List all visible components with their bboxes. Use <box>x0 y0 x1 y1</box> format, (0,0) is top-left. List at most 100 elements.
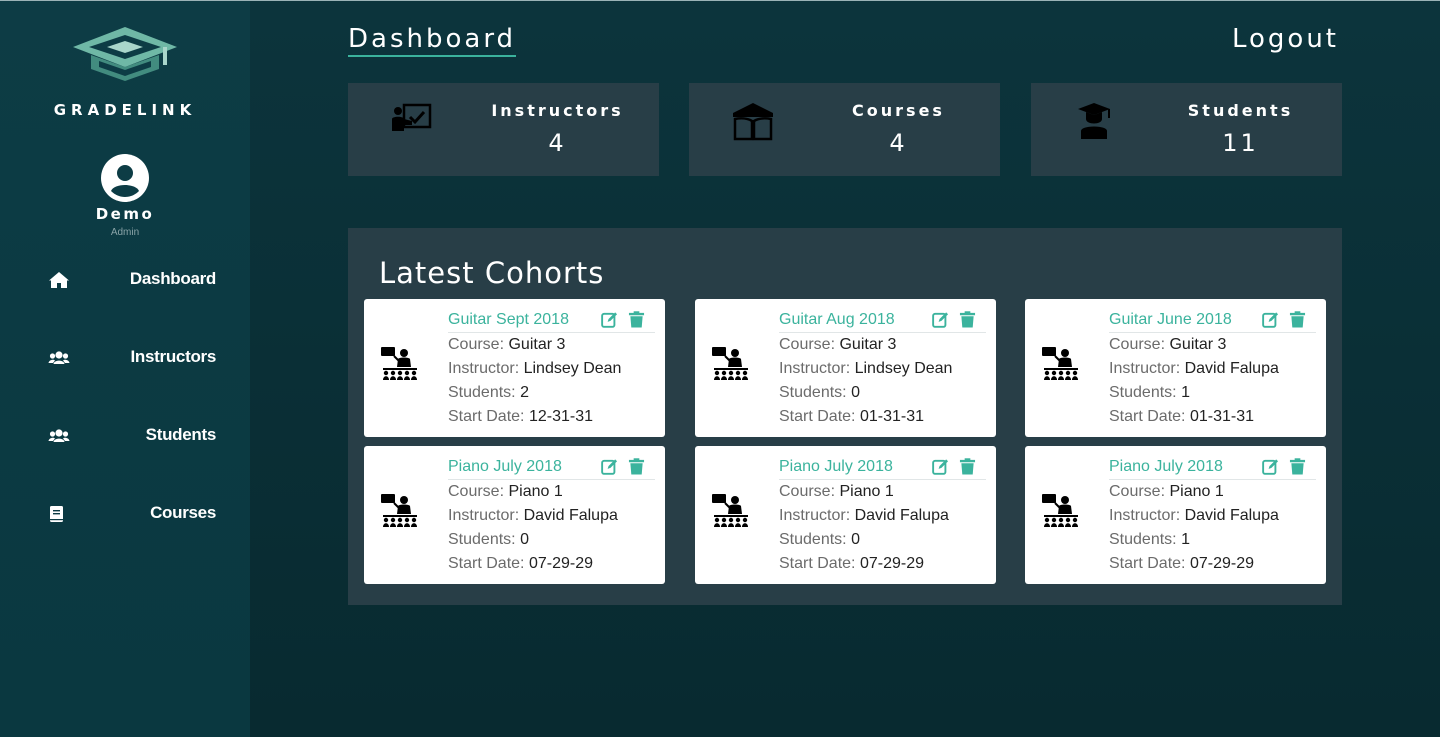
section-title: Latest Cohorts <box>379 256 605 290</box>
cohort-instructor: Instructor: David Falupa <box>1109 360 1279 378</box>
trash-icon[interactable] <box>628 311 645 328</box>
page-title[interactable]: Dashboard <box>348 24 517 57</box>
cohort-start-date: Start Date: 07-29-29 <box>779 555 924 573</box>
cohort-title-link[interactable]: Guitar June 2018 <box>1109 311 1232 329</box>
stat-label: Courses <box>852 101 945 120</box>
cohort-students: Students: 2 <box>448 384 529 402</box>
cohort-card[interactable]: Guitar Sept 2018 Course: Guitar 3 Instru… <box>364 299 665 437</box>
sidebar-item-students[interactable]: Students <box>0 417 250 453</box>
cohort-students: Students: 1 <box>1109 531 1190 549</box>
field-label: Start Date: <box>1109 408 1186 425</box>
field-label: Students: <box>448 531 516 548</box>
cohort-instructor: Instructor: Lindsey Dean <box>448 360 621 378</box>
trash-icon[interactable] <box>959 458 976 475</box>
cohort-card[interactable]: Piano July 2018 Course: Piano 1 Instruct… <box>1025 446 1326 584</box>
cohort-course: Course: Piano 1 <box>1109 483 1224 501</box>
divider <box>779 479 986 480</box>
trash-icon[interactable] <box>959 311 976 328</box>
cohort-title-link[interactable]: Guitar Sept 2018 <box>448 311 569 329</box>
card-actions <box>1256 458 1306 476</box>
field-value: 07-29-29 <box>859 555 924 572</box>
field-value: 0 <box>520 531 529 548</box>
field-label: Start Date: <box>448 555 525 572</box>
field-label: Start Date: <box>448 408 525 425</box>
cohort-start-date: Start Date: 12-31-31 <box>448 408 593 426</box>
classroom-icon <box>381 494 417 527</box>
field-value: 1 <box>1181 384 1190 401</box>
field-value: 0 <box>851 531 860 548</box>
sidebar-item-label: Courses <box>150 503 216 522</box>
field-value: Piano 1 <box>839 483 894 500</box>
edit-icon[interactable] <box>931 458 949 475</box>
cohort-students: Students: 0 <box>448 531 529 549</box>
cohort-title-link[interactable]: Piano July 2018 <box>779 458 893 476</box>
stat-label: Instructors <box>491 101 624 120</box>
field-label: Start Date: <box>779 408 856 425</box>
trash-icon[interactable] <box>628 458 645 475</box>
cohort-card[interactable]: Piano July 2018 Course: Piano 1 Instruct… <box>695 446 996 584</box>
cohort-course: Course: Guitar 3 <box>779 336 896 354</box>
field-value: Guitar 3 <box>839 336 897 353</box>
field-value: 1 <box>1181 531 1190 548</box>
cohort-instructor: Instructor: Lindsey Dean <box>779 360 952 378</box>
cohort-card[interactable]: Piano July 2018 Course: Piano 1 Instruct… <box>364 446 665 584</box>
edit-icon[interactable] <box>1261 311 1279 328</box>
field-value: 07-29-29 <box>528 555 593 572</box>
field-value: Guitar 3 <box>508 336 566 353</box>
edit-icon[interactable] <box>600 311 618 328</box>
field-value: Lindsey Dean <box>523 360 622 377</box>
field-value: 01-31-31 <box>1189 408 1254 425</box>
classroom-icon <box>712 347 748 380</box>
stat-card-students: Students 11 <box>1031 83 1342 176</box>
trash-icon[interactable] <box>1289 458 1306 475</box>
card-actions <box>595 458 645 476</box>
cohort-course: Course: Piano 1 <box>779 483 894 501</box>
user-avatar-icon[interactable] <box>101 154 149 202</box>
graduation-cap-logo-icon <box>73 27 177 81</box>
cohort-title-link[interactable]: Guitar Aug 2018 <box>779 311 895 329</box>
cohort-instructor: Instructor: David Falupa <box>1109 507 1279 525</box>
sidebar-item-instructors[interactable]: Instructors <box>0 339 250 375</box>
sidebar-item-courses[interactable]: Courses <box>0 495 250 531</box>
sidebar-item-label: Students <box>145 425 217 444</box>
cohort-course: Course: Piano 1 <box>448 483 563 501</box>
edit-icon[interactable] <box>931 311 949 328</box>
field-label: Students: <box>1109 531 1177 548</box>
cohort-start-date: Start Date: 07-29-29 <box>448 555 593 573</box>
cohort-title-link[interactable]: Piano July 2018 <box>448 458 562 476</box>
card-actions <box>926 458 976 476</box>
field-value: 12-31-31 <box>528 408 593 425</box>
field-label: Instructor: <box>448 507 520 524</box>
sidebar-item-label: Instructors <box>130 347 217 366</box>
cohort-card[interactable]: Guitar June 2018 Course: Guitar 3 Instru… <box>1025 299 1326 437</box>
user-name: Demo <box>95 205 155 223</box>
cohort-card[interactable]: Guitar Aug 2018 Course: Guitar 3 Instruc… <box>695 299 996 437</box>
cohort-instructor: Instructor: David Falupa <box>448 507 618 525</box>
open-book-icon <box>733 103 773 141</box>
book-icon <box>50 506 63 522</box>
classroom-icon <box>1042 494 1078 527</box>
field-value: 0 <box>851 384 860 401</box>
classroom-icon <box>1042 347 1078 380</box>
logout-link[interactable]: Logout <box>1232 24 1339 54</box>
cohort-title-link[interactable]: Piano July 2018 <box>1109 458 1223 476</box>
sidebar-item-dashboard[interactable]: Dashboard <box>0 261 250 297</box>
sidebar-item-label: Dashboard <box>129 269 216 288</box>
field-label: Start Date: <box>1109 555 1186 572</box>
edit-icon[interactable] <box>600 458 618 475</box>
stat-card-instructors: Instructors 4 <box>348 83 659 176</box>
user-role: Admin <box>110 227 140 238</box>
edit-icon[interactable] <box>1261 458 1279 475</box>
cohort-students: Students: 0 <box>779 384 860 402</box>
field-label: Instructor: <box>779 507 851 524</box>
card-actions <box>595 311 645 329</box>
field-value: David Falupa <box>523 507 618 524</box>
stat-value: 4 <box>889 129 908 157</box>
divider <box>448 332 655 333</box>
divider <box>1109 332 1316 333</box>
stat-label: Students <box>1187 101 1294 120</box>
trash-icon[interactable] <box>1289 311 1306 328</box>
logo[interactable] <box>0 23 250 85</box>
field-label: Instructor: <box>1109 360 1181 377</box>
field-label: Students: <box>779 531 847 548</box>
